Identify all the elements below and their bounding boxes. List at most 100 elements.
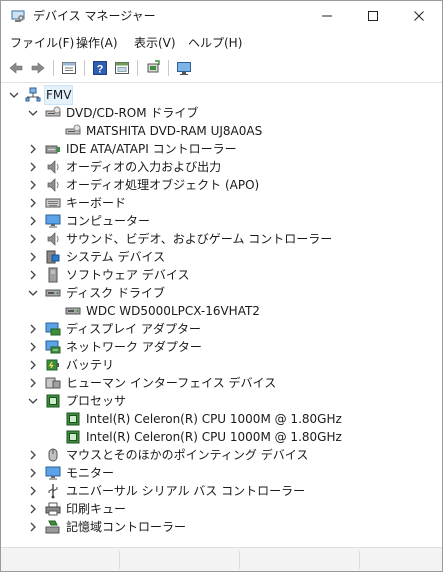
toolbar: ? xyxy=(1,55,442,81)
system-device-icon xyxy=(46,250,60,264)
tree-item-software-devices[interactable]: ソフトウェア デバイス xyxy=(1,266,442,284)
chevron-right-icon[interactable] xyxy=(27,377,39,389)
tree-item-keyboard[interactable]: キーボード xyxy=(1,194,442,212)
tree-device-cpu-1[interactable]: Intel(R) Celeron(R) CPU 1000M @ 1.80GHz xyxy=(1,410,442,428)
view-icon xyxy=(115,62,129,74)
chevron-down-icon[interactable] xyxy=(27,287,39,299)
tree-item-sound-video-game[interactable]: サウンド、ビデオ、およびゲーム コントローラー xyxy=(1,230,442,248)
tree-item-print-queues[interactable]: 印刷キュー xyxy=(1,500,442,518)
chevron-right-icon[interactable] xyxy=(27,323,39,335)
menu-help[interactable]: ヘルプ(H) xyxy=(186,34,244,52)
tree-label: Intel(R) Celeron(R) CPU 1000M @ 1.80GHz xyxy=(86,430,342,444)
hid-icon xyxy=(45,377,61,389)
speaker-icon xyxy=(47,178,59,192)
tree-item-network-adapters[interactable]: ネットワーク アダプター xyxy=(1,338,442,356)
chevron-down-icon[interactable] xyxy=(27,395,39,407)
tree-item-dvd-cdrom[interactable]: DVD/CD-ROM ドライブ xyxy=(1,104,442,122)
device-manager-window: デバイス マネージャー ファイル(F) 操作(A) 表示(V) ヘルプ(H) ? xyxy=(0,0,443,572)
tree-item-computer[interactable]: コンピューター xyxy=(1,212,442,230)
view-button[interactable] xyxy=(112,58,132,78)
chevron-right-icon[interactable] xyxy=(27,161,39,173)
computer-tree-icon xyxy=(25,87,41,102)
device-tree[interactable]: FMV DVD/CD-ROM ドライブ MATSHITA DVD-RAM UJ8… xyxy=(1,83,442,545)
menu-view[interactable]: 表示(V) xyxy=(132,34,178,52)
tree-item-disk-drives[interactable]: ディスク ドライブ xyxy=(1,284,442,302)
chevron-right-icon[interactable] xyxy=(27,341,39,353)
monitor-icon xyxy=(45,466,61,480)
tree-item-mouse[interactable]: マウスとそのほかのポインティング デバイス xyxy=(1,446,442,464)
dvd-drive-icon xyxy=(45,106,61,117)
tree-label: ソフトウェア デバイス xyxy=(66,268,190,282)
printer-icon xyxy=(45,502,61,516)
tree-item-hid[interactable]: ヒューマン インターフェイス デバイス xyxy=(1,374,442,392)
tree-label: ネットワーク アダプター xyxy=(66,340,202,354)
keyboard-icon xyxy=(45,198,61,208)
chevron-right-icon[interactable] xyxy=(27,197,39,209)
scan-hardware-button[interactable] xyxy=(174,58,194,78)
chevron-down-icon[interactable] xyxy=(27,107,39,119)
tree-label: オーディオの入力および出力 xyxy=(66,160,222,174)
software-device-icon xyxy=(48,267,58,283)
chevron-right-icon[interactable] xyxy=(27,449,39,461)
tree-label: Intel(R) Celeron(R) CPU 1000M @ 1.80GHz xyxy=(86,412,342,426)
minimize-button[interactable] xyxy=(304,1,350,31)
back-button[interactable] xyxy=(6,58,26,78)
help-icon: ? xyxy=(93,61,107,76)
tree-label: WDC WD5000LPCX-16VHAT2 xyxy=(86,304,260,318)
tree-device-dvd[interactable]: MATSHITA DVD-RAM UJ8A0AS xyxy=(1,122,442,140)
tree-label: DVD/CD-ROM ドライブ xyxy=(66,106,199,120)
dvd-drive-icon xyxy=(65,124,81,135)
menu-file[interactable]: ファイル(F) xyxy=(8,34,76,52)
close-icon xyxy=(414,11,424,21)
update-driver-button[interactable] xyxy=(143,58,163,78)
maximize-button[interactable] xyxy=(350,1,396,31)
chevron-right-icon[interactable] xyxy=(27,143,39,155)
chevron-right-icon[interactable] xyxy=(27,233,39,245)
speaker-icon xyxy=(47,232,59,246)
chevron-down-icon[interactable] xyxy=(8,89,20,101)
tree-item-battery[interactable]: バッテリ xyxy=(1,356,442,374)
disk-drive-icon xyxy=(45,289,61,297)
chevron-right-icon[interactable] xyxy=(27,359,39,371)
tree-item-ide-ata[interactable]: IDE ATA/ATAPI コントローラー xyxy=(1,140,442,158)
chevron-right-icon[interactable] xyxy=(27,521,39,533)
properties-icon xyxy=(62,62,76,74)
tree-label: プロセッサ xyxy=(66,394,127,408)
tree-item-display-adapters[interactable]: ディスプレイ アダプター xyxy=(1,320,442,338)
tree-item-audio-io[interactable]: オーディオの入力および出力 xyxy=(1,158,442,176)
computer-icon xyxy=(45,214,61,228)
tree-item-monitors[interactable]: モニター xyxy=(1,464,442,482)
processor-icon xyxy=(66,430,80,444)
status-bar xyxy=(1,547,442,571)
forward-button[interactable] xyxy=(28,58,48,78)
ide-controller-icon xyxy=(45,145,60,154)
tree-item-processors[interactable]: プロセッサ xyxy=(1,392,442,410)
tree-item-usb[interactable]: ユニバーサル シリアル バス コントローラー xyxy=(1,482,442,500)
help-button[interactable]: ? xyxy=(90,58,110,78)
tree-root-fmv[interactable]: FMV xyxy=(1,85,442,105)
tree-item-apo[interactable]: オーディオ処理オブジェクト (APO) xyxy=(1,176,442,194)
chevron-right-icon[interactable] xyxy=(27,251,39,263)
chevron-right-icon[interactable] xyxy=(27,503,39,515)
menu-action[interactable]: 操作(A) xyxy=(74,34,120,52)
monitor-scan-icon xyxy=(177,62,191,75)
title-bar[interactable]: デバイス マネージャー xyxy=(1,1,442,31)
chevron-right-icon[interactable] xyxy=(27,179,39,191)
battery-icon xyxy=(46,359,59,371)
chevron-right-icon[interactable] xyxy=(27,467,39,479)
tree-label: キーボード xyxy=(66,196,127,210)
tree-label: 記憶域コントローラー xyxy=(66,520,187,534)
tree-item-system-devices[interactable]: システム デバイス xyxy=(1,248,442,266)
network-adapter-icon xyxy=(45,340,61,354)
close-button[interactable] xyxy=(396,1,442,31)
tree-device-disk[interactable]: WDC WD5000LPCX-16VHAT2 xyxy=(1,302,442,320)
tree-item-storage-controllers[interactable]: 記憶域コントローラー xyxy=(1,518,442,536)
update-driver-icon xyxy=(147,60,160,73)
properties-button[interactable] xyxy=(59,58,79,78)
chevron-right-icon[interactable] xyxy=(27,269,39,281)
status-cell xyxy=(1,551,120,569)
chevron-right-icon[interactable] xyxy=(27,215,39,227)
tree-device-cpu-2[interactable]: Intel(R) Celeron(R) CPU 1000M @ 1.80GHz xyxy=(1,428,442,446)
device-manager-icon xyxy=(11,9,25,23)
chevron-right-icon[interactable] xyxy=(27,485,39,497)
